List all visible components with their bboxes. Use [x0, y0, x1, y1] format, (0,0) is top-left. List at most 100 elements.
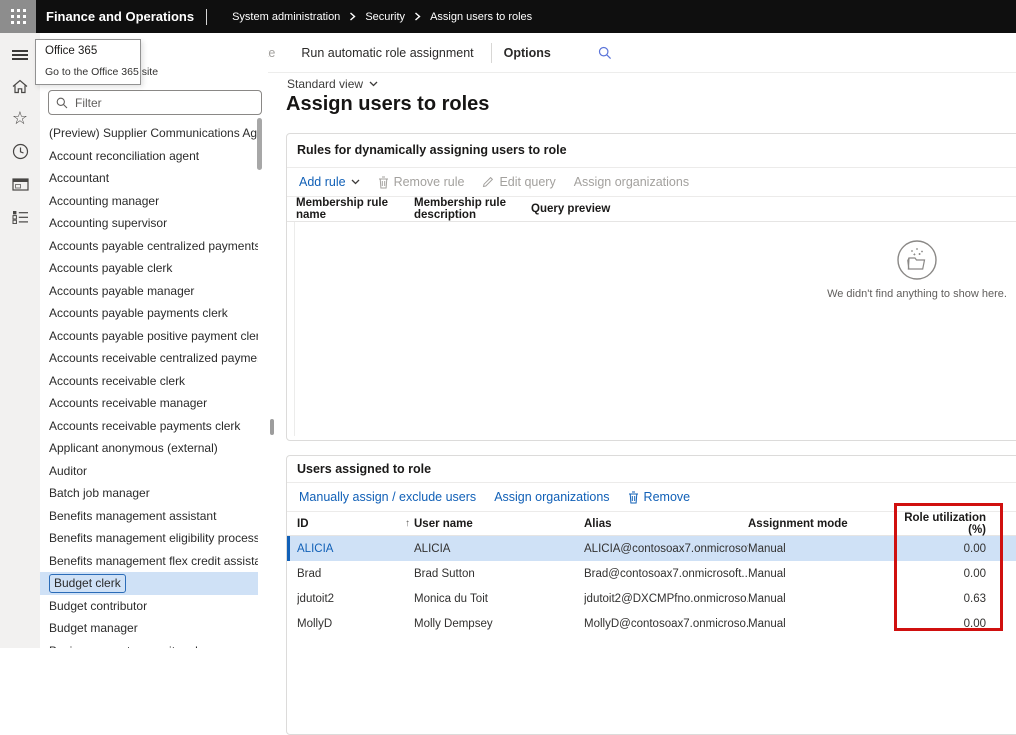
role-list-item[interactable]: Benefits management eligibility processo…	[40, 527, 258, 550]
tooltip-subtitle: Go to the Office 365 site	[45, 66, 131, 78]
topbar-divider	[206, 9, 207, 25]
role-list-item[interactable]: Accounts payable positive payment clerk	[40, 325, 258, 348]
chevron-right-icon	[414, 12, 421, 21]
role-list-item[interactable]: Accounts payable payments clerk	[40, 302, 258, 325]
chevron-down-icon	[369, 81, 378, 87]
view-selector-label: Standard view	[287, 77, 363, 91]
rules-section-title: Rules for dynamically assigning users to…	[287, 134, 1016, 168]
app-launcher-icon	[11, 9, 26, 24]
role-list-item[interactable]: Budget manager	[40, 617, 258, 640]
chevron-right-icon	[349, 12, 356, 21]
manually-assign-exclude-users-label: Manually assign / exclude users	[299, 490, 476, 504]
column-id-label: ID	[297, 518, 309, 530]
role-list-item[interactable]: Accounts receivable manager	[40, 392, 258, 415]
cell-id: MollyD	[297, 618, 414, 630]
role-list-item[interactable]: Accounts payable centralized payments cl…	[40, 235, 258, 258]
empty-state-icon	[895, 238, 939, 282]
role-list-item[interactable]: Budget contributor	[40, 595, 258, 618]
search-button[interactable]	[598, 46, 612, 60]
column-assignment-mode[interactable]: Assignment mode	[748, 518, 896, 530]
users-toolbar: Manually assign / exclude users Assign o…	[287, 483, 1016, 512]
column-membership-rule-description[interactable]: Membership rule description	[414, 197, 531, 221]
users-section-title: Users assigned to role	[287, 456, 1016, 483]
remove-rule-label: Remove rule	[394, 175, 465, 189]
role-list-item[interactable]: (Preview) Supplier Communications Agent	[40, 122, 258, 145]
cell-role-utilization: 0.63	[896, 593, 986, 605]
manually-assign-exclude-users-button[interactable]: Manually assign / exclude users	[299, 490, 476, 504]
empty-state-message: We didn't find anything to show here.	[827, 288, 1007, 300]
options-button[interactable]: Options	[504, 46, 551, 60]
column-membership-rule-name[interactable]: Membership rule name	[296, 197, 414, 221]
cell-role-utilization: 0.00	[896, 618, 986, 630]
role-list-item[interactable]: Applicant anonymous (external)	[40, 437, 258, 460]
users-assign-organizations-button[interactable]: Assign organizations	[494, 490, 609, 504]
roles-panel: (Preview) Supplier Communications AgentA…	[40, 33, 268, 648]
sort-ascending-icon: ↑	[405, 518, 410, 530]
role-list-item[interactable]: Benefits management assistant	[40, 505, 258, 528]
modules-list-icon[interactable]	[0, 204, 40, 230]
rules-assign-organizations-label: Assign organizations	[574, 175, 689, 189]
rules-table-header: Membership rule name Membership rule des…	[287, 197, 1016, 222]
favorites-star-icon[interactable]: ☆	[0, 105, 40, 131]
workspaces-icon[interactable]	[0, 171, 40, 197]
rules-assign-organizations-button[interactable]: Assign organizations	[574, 175, 689, 189]
run-automatic-role-assignment-button[interactable]: Run automatic role assignment	[301, 46, 473, 60]
trash-icon	[378, 176, 389, 189]
users-table-row[interactable]: BradBrad SuttonBrad@contosoax7.onmicroso…	[287, 561, 1016, 586]
home-icon[interactable]	[0, 73, 40, 99]
hamburger-menu-icon[interactable]	[0, 42, 40, 68]
breadcrumb-item-module[interactable]: System administration	[232, 11, 340, 23]
roles-list: (Preview) Supplier Communications AgentA…	[40, 122, 258, 648]
column-id[interactable]: ID ↑	[297, 518, 414, 530]
users-table-header: ID ↑ User name Alias Assignment mode Role…	[287, 512, 1016, 536]
role-list-item[interactable]: Accounts payable clerk	[40, 257, 258, 280]
cell-alias: Brad@contosoax7.onmicrosoft....	[584, 568, 748, 580]
app-title[interactable]: Finance and Operations	[46, 9, 194, 24]
cell-assignment-mode: Manual	[748, 618, 896, 630]
remove-user-button[interactable]: Remove	[628, 490, 691, 504]
app-launcher-button[interactable]	[0, 0, 36, 33]
cell-assignment-mode: Manual	[748, 568, 896, 580]
recent-clock-icon[interactable]	[0, 138, 40, 164]
navigation-rail: ☆	[0, 33, 40, 648]
breadcrumb-item-page[interactable]: Assign users to roles	[430, 11, 532, 23]
role-filter-field[interactable]	[48, 90, 262, 115]
role-filter-input[interactable]	[73, 95, 261, 111]
users-table-row[interactable]: MollyDMolly DempseyMollyD@contosoax7.onm…	[287, 611, 1016, 636]
roles-list-scrollbar[interactable]	[257, 118, 262, 170]
edit-query-button[interactable]: Edit query	[482, 175, 555, 189]
rules-section: Rules for dynamically assigning users to…	[286, 133, 1016, 441]
view-selector[interactable]: Standard view	[287, 77, 378, 91]
remove-user-label: Remove	[644, 490, 691, 504]
column-user-name[interactable]: User name	[414, 518, 584, 530]
remove-rule-button[interactable]: Remove rule	[378, 175, 465, 189]
role-list-item[interactable]: Accounts receivable payments clerk	[40, 415, 258, 438]
column-alias[interactable]: Alias	[584, 518, 748, 530]
role-list-item[interactable]: Auditor	[40, 460, 258, 483]
role-list-item[interactable]: Accounts receivable centralized payments…	[40, 347, 258, 370]
role-list-item[interactable]: Accounts receivable clerk	[40, 370, 258, 393]
role-list-item[interactable]: Accounting supervisor	[40, 212, 258, 235]
breadcrumb-item-area[interactable]: Security	[365, 11, 405, 23]
role-list-item[interactable]: Business events security role	[40, 640, 258, 649]
selected-row-marker	[287, 536, 290, 561]
users-table-row[interactable]: jdutoit2Monica du Toitjdutoit2@DXCMPfno.…	[287, 586, 1016, 611]
role-list-item[interactable]: Accounts payable manager	[40, 280, 258, 303]
cell-user-name: Molly Dempsey	[414, 618, 584, 630]
filter-search-icon	[56, 97, 68, 109]
column-query-preview[interactable]: Query preview	[531, 203, 1016, 215]
cell-role-utilization: 0.00	[896, 568, 986, 580]
users-table-row[interactable]: ALICIAALICIAALICIA@contosoax7.onmicrosof…	[287, 536, 1016, 561]
options-button-label: Options	[504, 46, 551, 60]
role-list-item[interactable]: Budget clerk	[40, 572, 258, 595]
pencil-icon	[482, 176, 494, 188]
panel-scrollbar[interactable]	[270, 419, 274, 435]
role-list-item[interactable]: Benefits management flex credit assistan…	[40, 550, 258, 573]
role-list-item[interactable]: Batch job manager	[40, 482, 258, 505]
role-list-item[interactable]: Accountant	[40, 167, 258, 190]
add-rule-button[interactable]: Add rule	[299, 175, 360, 189]
role-list-item[interactable]: Account reconciliation agent	[40, 145, 258, 168]
role-list-item[interactable]: Accounting manager	[40, 190, 258, 213]
role-list-item-selected-label: Budget clerk	[49, 574, 126, 593]
column-role-utilization[interactable]: Role utilization (%)	[896, 512, 986, 536]
